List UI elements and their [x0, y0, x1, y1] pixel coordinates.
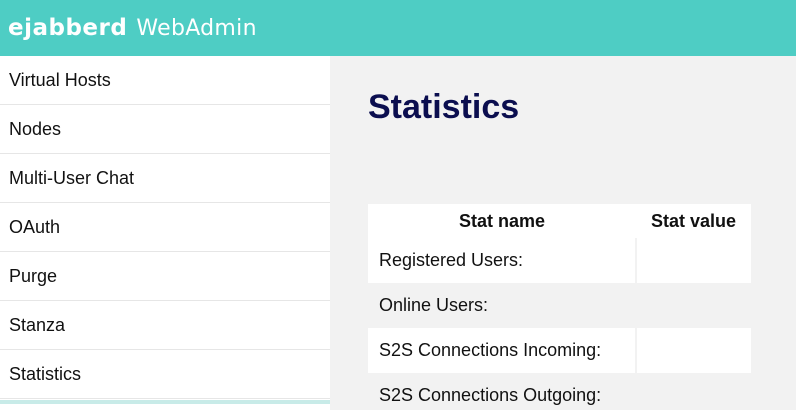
sidebar-item-label: Virtual Hosts	[9, 69, 111, 90]
sidebar-item-label: Stanza	[9, 314, 66, 335]
table-row: S2S Connections Outgoing:	[368, 373, 751, 410]
logo-brand: ejabberd	[8, 15, 128, 41]
sidebar-item-multi-user-chat[interactable]: Multi-User Chat	[0, 154, 330, 203]
stat-name-cell: S2S Connections Outgoing:	[368, 373, 636, 410]
sidebar-nav: Virtual Hosts Nodes Multi-User Chat OAut…	[0, 56, 330, 410]
column-header-stat-name: Stat name	[368, 204, 636, 238]
stat-value-cell	[635, 328, 751, 373]
sidebar-item-label: Multi-User Chat	[9, 167, 135, 188]
sidebar-item-label: OAuth	[9, 216, 61, 237]
sidebar-active-indicator	[0, 400, 330, 404]
sidebar-item-stanza[interactable]: Stanza	[0, 301, 330, 350]
stat-value-cell	[636, 283, 751, 328]
sidebar-item-label: Nodes	[9, 118, 62, 139]
table-row: Online Users:	[368, 283, 751, 328]
table-row: Registered Users:	[368, 238, 751, 283]
page-title: Statistics	[368, 88, 520, 126]
sidebar-item-label: Statistics	[9, 363, 82, 384]
table-header-row: Stat name Stat value	[368, 204, 751, 238]
table-row: S2S Connections Incoming:	[368, 328, 751, 373]
sidebar-item-oauth[interactable]: OAuth	[0, 203, 330, 252]
stat-name-cell: S2S Connections Incoming:	[368, 328, 636, 373]
sidebar-item-label: Purge	[9, 265, 58, 286]
sidebar-item-statistics[interactable]: Statistics	[0, 350, 330, 399]
sidebar-item-purge[interactable]: Purge	[0, 252, 330, 301]
logo-product: WebAdmin	[136, 16, 257, 41]
main-content: Statistics Stat name Stat value Register…	[330, 56, 796, 410]
sidebar-item-virtual-hosts[interactable]: Virtual Hosts	[0, 56, 330, 105]
stat-value-cell	[636, 373, 751, 410]
stat-name-cell: Online Users:	[368, 283, 636, 328]
sidebar-item-nodes[interactable]: Nodes	[0, 105, 330, 154]
statistics-table: Stat name Stat value Registered Users: O…	[368, 204, 751, 410]
column-header-stat-value: Stat value	[636, 204, 751, 238]
stat-name-cell: Registered Users:	[368, 238, 636, 283]
top-header: ejabberd WebAdmin	[0, 0, 796, 56]
ejabberd-logo[interactable]: ejabberd WebAdmin	[8, 15, 257, 41]
stat-value-cell	[635, 238, 751, 283]
